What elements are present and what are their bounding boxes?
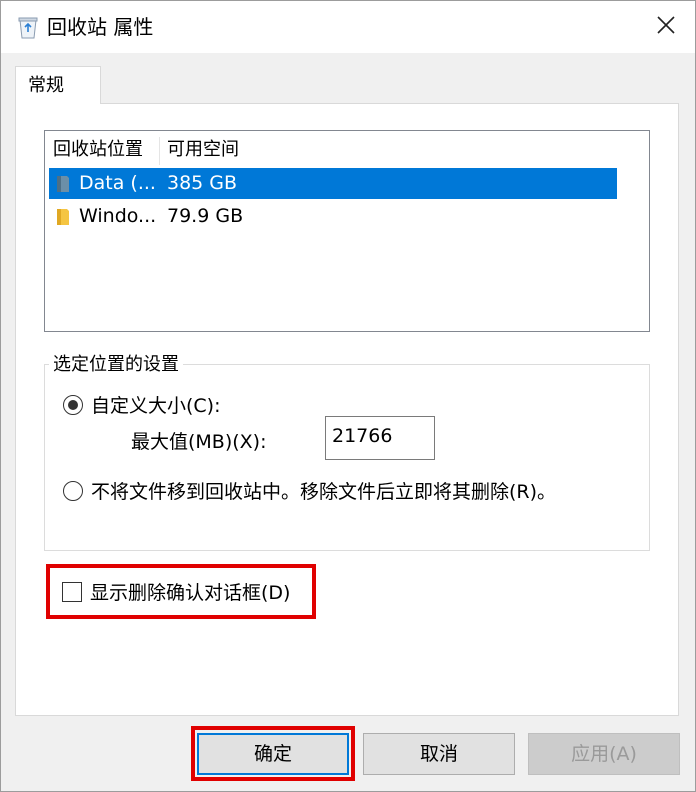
- close-button[interactable]: [637, 1, 695, 53]
- window-title: 回收站 属性: [47, 15, 154, 39]
- column-divider[interactable]: [159, 137, 160, 165]
- selected-location-settings-group: 选定位置的设置 自定义大小(C): 最大值(MB)(X): 21766 不将文件…: [44, 353, 650, 551]
- group-label: 选定位置的设置: [49, 353, 183, 377]
- no-move-label: 不将文件移到回收站中。移除文件后立即将其删除(R)。: [91, 481, 557, 503]
- list-item-data-drive[interactable]: Data (... 385 GB: [49, 168, 617, 199]
- title-bar: 回收站 属性: [1, 1, 695, 53]
- list-item-free-space: 385 GB: [167, 172, 238, 194]
- confirm-option-highlight-box: [46, 564, 316, 619]
- cancel-button[interactable]: 取消: [363, 733, 515, 775]
- custom-size-radio[interactable]: [63, 394, 83, 415]
- recycle-bin-properties-window: 回收站 属性 常规 回收站位置 可用空间 Data (... 385 GB Wi…: [0, 0, 696, 792]
- list-item-windows-drive[interactable]: Windo... 79.9 GB: [49, 201, 617, 232]
- general-tab-panel: 回收站位置 可用空间 Data (... 385 GB Windo... 79.…: [15, 103, 679, 716]
- list-item-location: Data (...: [79, 172, 156, 194]
- list-item-free-space: 79.9 GB: [167, 205, 244, 227]
- list-header: 回收站位置 可用空间: [45, 135, 649, 165]
- no-move-radio[interactable]: [63, 480, 83, 501]
- custom-size-label: 自定义大小(C):: [91, 395, 221, 417]
- folder-icon: [55, 207, 71, 227]
- recycle-bin-location-list[interactable]: 回收站位置 可用空间 Data (... 385 GB Windo... 79.…: [44, 130, 650, 332]
- column-header-location[interactable]: 回收站位置: [53, 135, 157, 165]
- recycle-bin-icon: [17, 15, 39, 39]
- tab-general[interactable]: 常规: [15, 66, 101, 104]
- apply-button[interactable]: 应用(A): [528, 733, 680, 775]
- no-move-radio-option[interactable]: 不将文件移到回收站中。移除文件后立即将其删除(R)。: [63, 477, 556, 504]
- max-size-input[interactable]: 21766: [325, 416, 435, 460]
- max-size-label: 最大值(MB)(X):: [131, 431, 267, 453]
- close-icon: [657, 16, 675, 38]
- drive-icon: [55, 174, 71, 194]
- column-header-free-space[interactable]: 可用空间: [167, 135, 367, 165]
- custom-size-radio-option[interactable]: 自定义大小(C):: [63, 391, 221, 418]
- list-item-location: Windo...: [79, 205, 157, 227]
- ok-button-highlight-box: [191, 726, 355, 781]
- radio-selected-dot: [68, 399, 78, 410]
